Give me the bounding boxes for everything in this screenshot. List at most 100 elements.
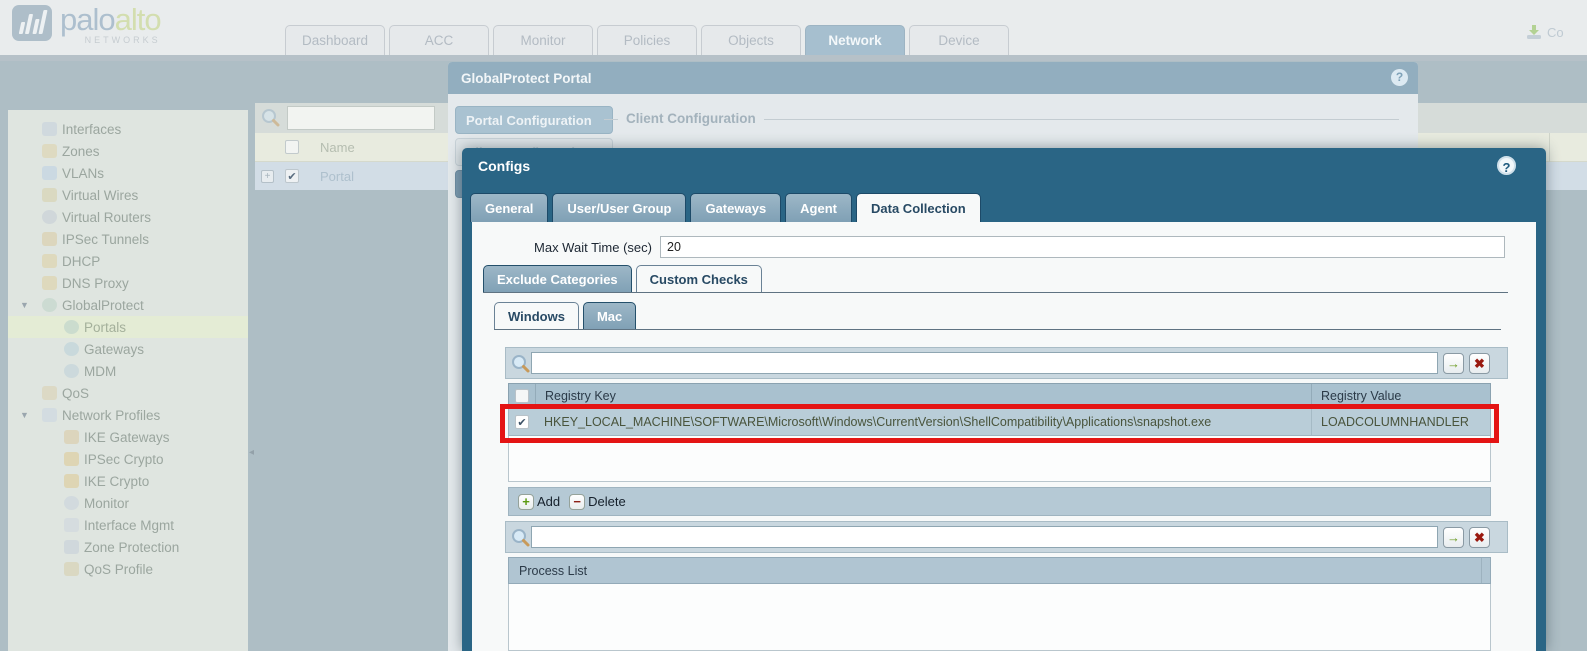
tab-monitor[interactable]: Monitor [493, 25, 593, 55]
network-profiles-icon [42, 408, 57, 422]
tab-objects[interactable]: Objects [701, 25, 801, 55]
help-icon[interactable]: ? [1497, 156, 1516, 175]
process-list-header: Process List [508, 557, 1491, 584]
portals-search-input[interactable] [287, 106, 435, 130]
registry-filter-input[interactable] [531, 352, 1438, 374]
sidebar-item-interfaces[interactable]: Interfaces [8, 118, 248, 140]
sidebar-item-ipsec-crypto[interactable]: IPSec Crypto [8, 448, 248, 470]
add-button[interactable]: + Add [518, 493, 561, 510]
max-wait-time-label: Max Wait Time (sec) [534, 240, 652, 255]
dns-proxy-icon [42, 276, 57, 290]
mdm-icon [64, 364, 79, 378]
sidebar-item-mdm[interactable]: MDM [8, 360, 248, 382]
sidebar-item-network-profiles[interactable]: ▼ Network Profiles [8, 404, 248, 426]
expand-row-icon[interactable]: + [261, 169, 274, 183]
help-icon[interactable]: ? [1391, 69, 1408, 86]
portal-row-checkbox[interactable]: ✔ [285, 169, 299, 183]
brand-palo: palo [60, 2, 116, 37]
delete-button[interactable]: − Delete [569, 493, 626, 510]
sidebar-item-dhcp[interactable]: DHCP [8, 250, 248, 272]
configs-tabs: General User/User Group Gateways Agent D… [470, 193, 981, 222]
commit-label: Co [1547, 24, 1564, 40]
registry-table-row[interactable]: ✔ HKEY_LOCAL_MACHINE\SOFTWARE\Microsoft\… [508, 409, 1491, 436]
tab-user-group[interactable]: User/User Group [552, 193, 687, 222]
select-all-checkbox[interactable] [515, 389, 529, 403]
tab-windows[interactable]: Windows [494, 302, 579, 330]
dhcp-icon [42, 254, 57, 268]
search-icon [262, 109, 280, 127]
main-nav-tabs: Dashboard ACC Monitor Policies Objects N… [285, 25, 1013, 55]
commit-icon [1527, 25, 1541, 39]
tab-agent[interactable]: Agent [785, 193, 853, 222]
zone-protection-icon [64, 540, 79, 554]
registry-key-cell: HKEY_LOCAL_MACHINE\SOFTWARE\Microsoft\Wi… [544, 415, 1212, 429]
portals-icon [64, 320, 79, 334]
sidebar-item-virtual-routers[interactable]: Virtual Routers [8, 206, 248, 228]
tab-mac[interactable]: Mac [582, 302, 637, 330]
commit-button[interactable]: Co [1525, 24, 1587, 40]
sidebar-item-interface-mgmt[interactable]: Interface Mgmt [8, 514, 248, 536]
sidebar-item-dns-proxy[interactable]: DNS Proxy [8, 272, 248, 294]
sidebar-item-ipsec-tunnels[interactable]: IPSec Tunnels [8, 228, 248, 250]
clear-filter-button[interactable]: ✖ [1469, 353, 1490, 374]
tab-exclude-categories[interactable]: Exclude Categories [483, 265, 632, 293]
tab-policies[interactable]: Policies [597, 25, 697, 55]
os-tabs: Windows Mac [494, 302, 637, 330]
configs-dialog: Configs ? General User/User Group Gatewa… [462, 148, 1546, 651]
process-list-table: Process List [508, 557, 1491, 651]
gateways-icon [64, 342, 79, 356]
process-filter-input[interactable] [531, 526, 1438, 548]
tab-gateways[interactable]: Gateways [690, 193, 782, 222]
tab-dashboard[interactable]: Dashboard [285, 25, 385, 55]
registry-filter-bar: → ✖ [505, 347, 1508, 379]
tab-data-collection[interactable]: Data Collection [856, 193, 981, 222]
pan-os-app: paloalto NETWORKS Dashboard ACC Monitor … [0, 0, 1587, 651]
max-wait-time-input[interactable] [660, 236, 1505, 258]
qos-profile-icon [64, 562, 79, 576]
tab-general[interactable]: General [470, 193, 549, 222]
tab-device[interactable]: Device [909, 25, 1009, 55]
sidebar-item-vlans[interactable]: VLANs [8, 162, 248, 184]
sidebar-item-gateways[interactable]: Gateways [8, 338, 248, 360]
lock-icon [64, 474, 79, 488]
tab-divider [494, 329, 1501, 330]
registry-key-header: Registry Key [535, 384, 1311, 408]
tab-acc[interactable]: ACC [389, 25, 489, 55]
clear-filter-button[interactable]: ✖ [1469, 527, 1490, 548]
apply-filter-button[interactable]: → [1443, 527, 1464, 548]
top-header: paloalto NETWORKS Dashboard ACC Monitor … [0, 0, 1587, 55]
column-divider [1481, 558, 1490, 583]
interfaces-icon [42, 122, 57, 136]
sidebar-item-ike-crypto[interactable]: IKE Crypto [8, 470, 248, 492]
sidebar-item-qos[interactable]: QoS [8, 382, 248, 404]
sidebar-item-monitor[interactable]: Monitor [8, 492, 248, 514]
paloalto-logo: paloalto NETWORKS [12, 2, 162, 45]
sidebar-item-globalprotect[interactable]: ▼ GlobalProtect [8, 294, 248, 316]
apply-filter-button[interactable]: → [1443, 353, 1464, 374]
sidebar-item-ike-gateways[interactable]: IKE Gateways [8, 426, 248, 448]
sidebar-item-zones[interactable]: Zones [8, 140, 248, 162]
interface-mgmt-icon [64, 518, 79, 532]
sidebar-item-qos-profile[interactable]: QoS Profile [8, 558, 248, 580]
sidebar-item-zone-protection[interactable]: Zone Protection [8, 536, 248, 558]
configs-dialog-titlebar: Configs ? [462, 148, 1546, 184]
sidebar-collapse-icon[interactable]: ◂ [249, 447, 254, 458]
tab-portal-configuration[interactable]: Portal Configuration [455, 106, 613, 134]
tab-custom-checks[interactable]: Custom Checks [635, 265, 762, 293]
row-checkbox[interactable]: ✔ [515, 415, 529, 429]
add-label: Add [537, 494, 561, 509]
registry-table-empty-area [508, 436, 1491, 482]
tab-network[interactable]: Network [805, 25, 905, 55]
lock-icon [64, 452, 79, 466]
header-divider [0, 55, 1587, 61]
registry-table: Registry Key Registry Value ✔ HKEY_LOCAL… [508, 383, 1491, 482]
network-sidebar: Interfaces Zones VLANs Virtual Wires Vir… [8, 110, 248, 651]
process-list-column-header: Process List [519, 563, 588, 578]
select-all-checkbox[interactable] [285, 140, 299, 154]
expander-icon[interactable]: ▼ [20, 410, 29, 420]
paloalto-wordmark: paloalto NETWORKS [60, 2, 162, 45]
expander-icon[interactable]: ▼ [20, 300, 29, 310]
sidebar-item-portals[interactable]: Portals [8, 316, 248, 338]
sidebar-item-virtual-wires[interactable]: Virtual Wires [8, 184, 248, 206]
fieldset-legend: Client Configuration [618, 111, 764, 126]
